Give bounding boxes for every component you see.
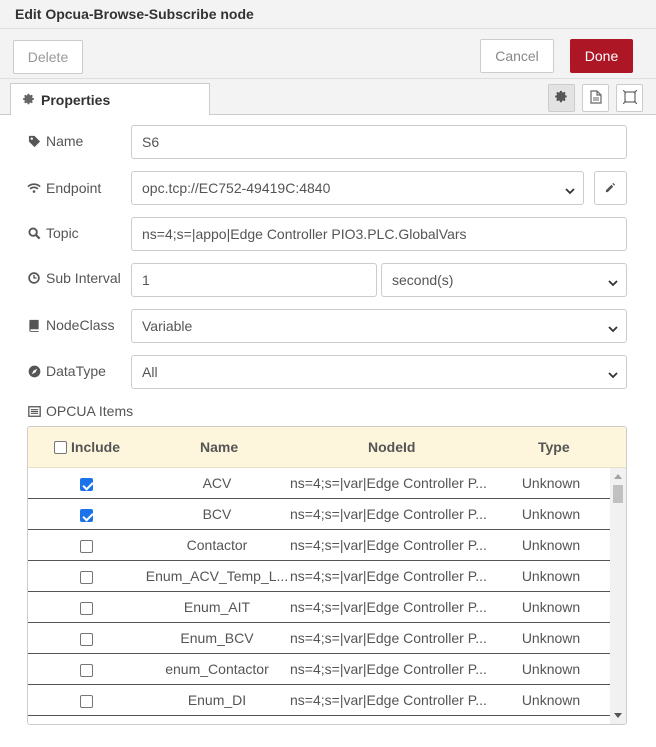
row-name: BCV: [202, 506, 232, 522]
clock-icon: [27, 271, 41, 285]
tab-label: Properties: [41, 92, 111, 108]
table-row[interactable]: Enum_DI ns=4;s=|var|Edge Controller P... U…: [28, 685, 610, 716]
book-icon: [27, 318, 41, 332]
opcua-items-table: Include Name NodeId Type ACV ns=4;s=|var|…: [27, 426, 627, 725]
row-type: Unknown: [521, 630, 581, 646]
column-type: Type: [538, 439, 570, 455]
include-checkbox[interactable]: [80, 478, 93, 491]
include-checkbox[interactable]: [80, 540, 93, 553]
include-checkbox[interactable]: [80, 664, 93, 677]
select-all-checkbox[interactable]: [54, 440, 67, 454]
column-include: Include: [54, 439, 120, 455]
sub-interval-label: Sub Interval: [27, 270, 121, 286]
table-row[interactable]: Enum_BCV ns=4;s=|var|Edge Controller P...…: [28, 623, 610, 654]
tab-properties[interactable]: Properties: [10, 83, 210, 116]
nodeclass-label: NodeClass: [27, 317, 114, 333]
table-row[interactable]: Enum_AIT ns=4;s=|var|Edge Controller P...…: [28, 592, 610, 623]
chevron-down-icon: [608, 275, 618, 287]
row-nodeid: ns=4;s=|var|Edge Controller P...: [290, 692, 487, 708]
scroll-up-icon[interactable]: [614, 474, 622, 479]
settings-tab-button[interactable]: [548, 84, 575, 112]
expand-icon: [622, 89, 637, 107]
row-type: Unknown: [521, 661, 581, 677]
scroll-down-icon[interactable]: [614, 713, 622, 718]
column-name: Name: [200, 439, 239, 455]
pencil-icon: [605, 180, 616, 196]
done-button[interactable]: Done: [570, 39, 633, 73]
table-row[interactable]: enum_Contactor ns=4;s=|var|Edge Controlle…: [28, 654, 610, 685]
wifi-icon: [27, 181, 41, 195]
row-nodeid: ns=4;s=|var|Edge Controller P...: [290, 537, 487, 553]
row-nodeid: ns=4;s=|var|Edge Controller P...: [290, 630, 487, 646]
sub-interval-input[interactable]: 1: [131, 263, 377, 297]
tag-icon: [27, 134, 41, 148]
row-nodeid: ns=4;s=|var|Edge Controller P...: [290, 661, 487, 677]
name-label: Name: [27, 133, 83, 149]
scroll-thumb[interactable]: [613, 485, 623, 503]
row-type: Unknown: [521, 599, 581, 615]
dialog-title: Edit Opcua-Browse-Subscribe node: [15, 6, 254, 22]
column-nodeid: NodeId: [368, 439, 416, 455]
row-nodeid: ns=4;s=|var|Edge Controller P...: [290, 568, 487, 584]
row-name: Enum_AIT: [183, 599, 251, 615]
endpoint-label: Endpoint: [27, 180, 101, 196]
row-name: Contactor: [186, 537, 248, 553]
table-scrollbar[interactable]: [610, 468, 626, 724]
row-name: Enum_ACV_Temp_L...: [145, 568, 289, 584]
list-icon: [27, 404, 41, 418]
row-type: Unknown: [521, 568, 581, 584]
datatype-select[interactable]: All: [131, 355, 627, 389]
name-input[interactable]: S6: [131, 125, 627, 159]
table-header: Include Name NodeId Type: [28, 427, 626, 468]
chevron-down-icon: [565, 183, 575, 195]
topic-input[interactable]: ns=4;s=|appo|Edge Controller PIO3.PLC.Gl…: [131, 217, 627, 251]
row-name: enum_Contactor: [165, 661, 269, 677]
row-type: Unknown: [521, 537, 581, 553]
row-type: Unknown: [521, 475, 581, 491]
include-checkbox[interactable]: [80, 602, 93, 615]
delete-button[interactable]: Delete: [13, 40, 83, 74]
description-tab-button[interactable]: [582, 84, 609, 112]
include-checkbox[interactable]: [80, 633, 93, 646]
row-type: Unknown: [521, 692, 581, 708]
search-icon: [27, 226, 41, 240]
compass-icon: [27, 364, 41, 378]
row-nodeid: ns=4;s=|var|Edge Controller P...: [290, 599, 487, 615]
include-checkbox[interactable]: [80, 571, 93, 584]
edit-endpoint-button[interactable]: [594, 171, 627, 205]
row-name: Enum_BCV: [180, 630, 254, 646]
endpoint-select[interactable]: opc.tcp://EC752-49419C:4840: [131, 171, 584, 205]
gear-icon: [23, 92, 35, 108]
nodeclass-select[interactable]: Variable: [131, 309, 627, 343]
dialog-title-bar: Edit Opcua-Browse-Subscribe node: [0, 0, 656, 29]
row-type: Unknown: [521, 506, 581, 522]
topic-label: Topic: [27, 225, 79, 241]
appearance-tab-button[interactable]: [616, 84, 643, 112]
sub-interval-unit-select[interactable]: second(s): [381, 263, 627, 297]
cancel-button[interactable]: Cancel: [480, 39, 554, 73]
opcua-items-label: OPCUA Items: [27, 403, 133, 419]
gear-icon: [555, 90, 568, 106]
datatype-label: DataType: [27, 363, 106, 379]
table-row[interactable]: Contactor ns=4;s=|var|Edge Controller P..…: [28, 530, 610, 561]
row-nodeid: ns=4;s=|var|Edge Controller P...: [290, 506, 487, 522]
chevron-down-icon: [608, 321, 618, 333]
table-row[interactable]: ACV ns=4;s=|var|Edge Controller P... Unkno…: [28, 468, 610, 499]
row-name: ACV: [202, 475, 232, 491]
dialog-toolbar: Delete Cancel Done: [0, 29, 656, 79]
row-name: Enum_DI: [187, 692, 247, 708]
chevron-down-icon: [608, 367, 618, 379]
table-row[interactable]: BCV ns=4;s=|var|Edge Controller P... Unkno…: [28, 499, 610, 530]
table-body: ACV ns=4;s=|var|Edge Controller P... Unkno…: [28, 468, 610, 724]
row-nodeid: ns=4;s=|var|Edge Controller P...: [290, 475, 487, 491]
include-checkbox[interactable]: [80, 509, 93, 522]
table-row[interactable]: Enum_ACV_Temp_L... ns=4;s=|var|Edge Contr…: [28, 561, 610, 592]
include-checkbox[interactable]: [80, 695, 93, 708]
document-icon: [589, 89, 602, 107]
